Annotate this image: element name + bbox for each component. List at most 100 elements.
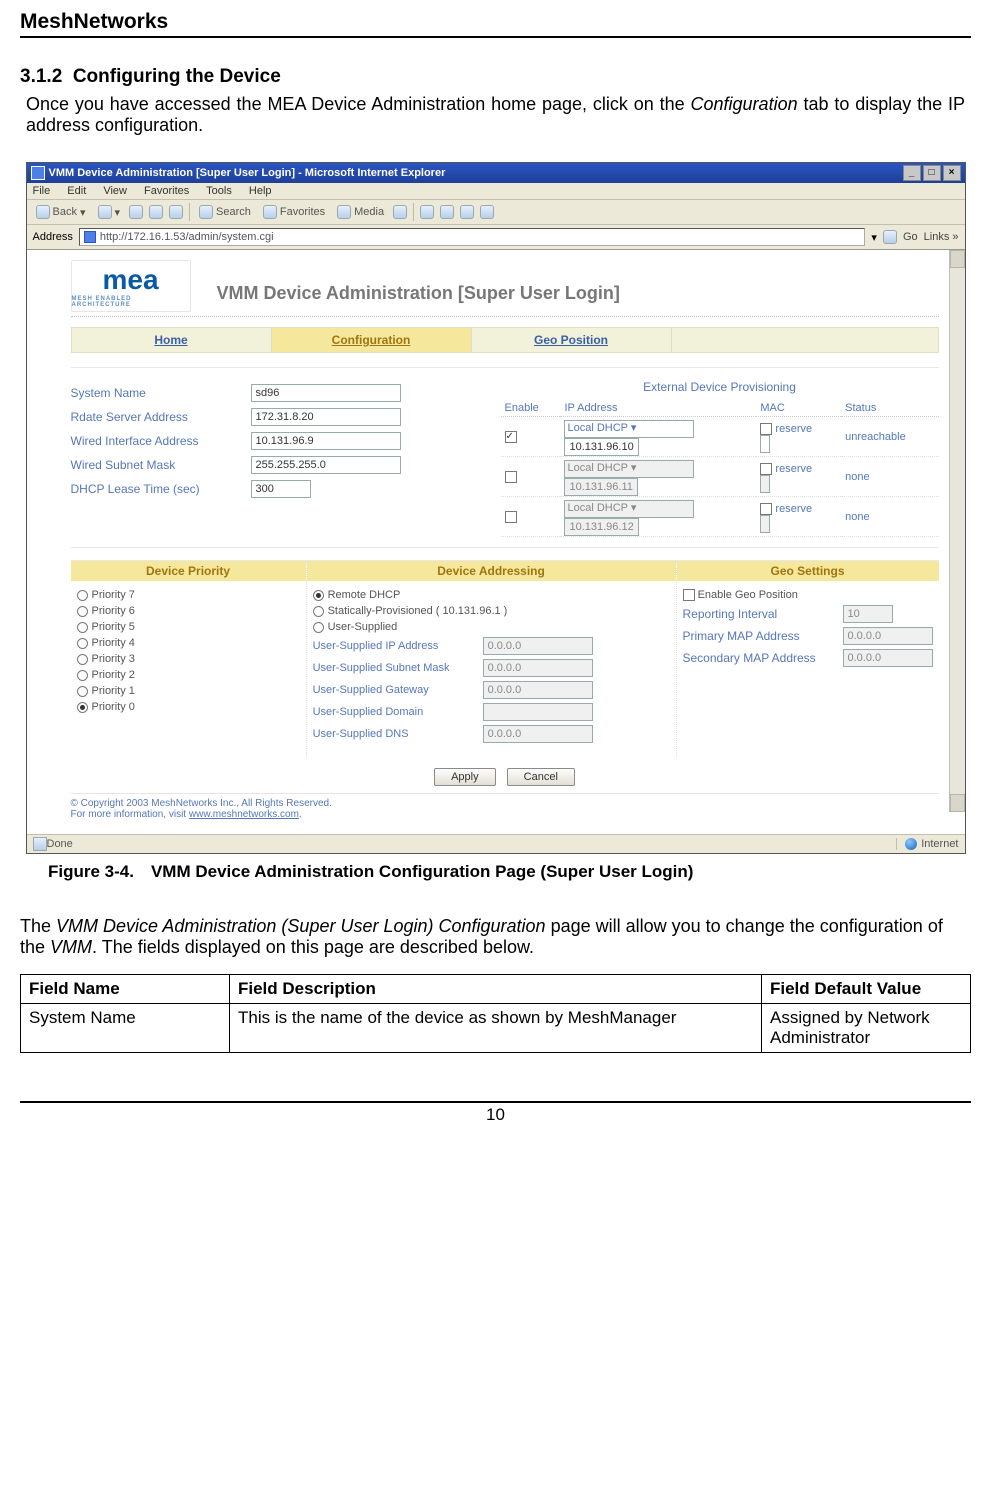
- us-ip-input[interactable]: 0.0.0.0: [483, 637, 593, 655]
- apply-button[interactable]: Apply: [434, 768, 496, 786]
- ext-mode-select[interactable]: Local DHCP ▾: [564, 500, 694, 518]
- priority-label: Priority 2: [92, 669, 135, 681]
- menu-favorites[interactable]: Favorites: [144, 185, 189, 197]
- ext-mac-input[interactable]: [760, 515, 770, 533]
- ext-mac-input[interactable]: [760, 435, 770, 453]
- priority-radio[interactable]: [77, 590, 88, 601]
- us-ip-label: User-Supplied IP Address: [313, 640, 483, 652]
- maximize-button[interactable]: □: [923, 165, 941, 181]
- priority-radio[interactable]: [77, 622, 88, 633]
- ext-ip-input[interactable]: 10.131.96.11: [564, 478, 637, 496]
- cancel-button[interactable]: Cancel: [507, 768, 575, 786]
- refresh-icon[interactable]: [149, 205, 163, 219]
- priority-radio[interactable]: [77, 654, 88, 665]
- media-button[interactable]: Media: [334, 204, 387, 220]
- address-bar: Address http://172.16.1.53/admin/system.…: [27, 225, 965, 250]
- ext-mode-select[interactable]: Local DHCP ▾: [564, 460, 694, 478]
- window-title: VMM Device Administration [Super User Lo…: [49, 167, 446, 179]
- forward-button[interactable]: ▾: [95, 204, 124, 220]
- menu-edit[interactable]: Edit: [67, 185, 86, 197]
- priority-title: Device Priority: [71, 561, 306, 581]
- dhcp-lease-input[interactable]: 300: [251, 480, 311, 498]
- intro-paragraph: Once you have accessed the MEA Device Ad…: [26, 94, 965, 136]
- priority-radio[interactable]: [77, 686, 88, 697]
- ext-col-status: Status: [841, 400, 938, 417]
- geo-secondary-input[interactable]: 0.0.0.0: [843, 649, 933, 667]
- ext-reserve-checkbox[interactable]: [760, 423, 772, 435]
- geo-enable-checkbox[interactable]: [683, 589, 695, 601]
- addr-mode-label: Statically-Provisioned ( 10.131.96.1 ): [328, 605, 508, 617]
- home-icon[interactable]: [169, 205, 183, 219]
- priority-radio[interactable]: [77, 606, 88, 617]
- go-label[interactable]: Go: [903, 231, 918, 243]
- links-label[interactable]: Links »: [924, 231, 959, 243]
- go-icon[interactable]: [883, 230, 897, 244]
- ext-col-mac: MAC: [756, 400, 841, 417]
- menu-tools[interactable]: Tools: [206, 185, 232, 197]
- priority-radio[interactable]: [77, 670, 88, 681]
- ext-mode-select[interactable]: Local DHCP ▾: [564, 420, 694, 438]
- system-name-input[interactable]: sd96: [251, 384, 401, 402]
- geo-primary-input[interactable]: 0.0.0.0: [843, 627, 933, 645]
- menu-file[interactable]: File: [33, 185, 51, 197]
- window-titlebar[interactable]: VMM Device Administration [Super User Lo…: [27, 163, 965, 183]
- ext-row: Local DHCP ▾ 10.131.96.10 reserve unreac…: [501, 417, 939, 457]
- vertical-scrollbar[interactable]: [949, 250, 965, 812]
- address-input[interactable]: http://172.16.1.53/admin/system.cgi: [79, 228, 866, 246]
- ft-desc: This is the name of the device as shown …: [230, 1004, 762, 1053]
- menu-help[interactable]: Help: [249, 185, 272, 197]
- history-icon[interactable]: [393, 205, 407, 219]
- us-dns-input[interactable]: 0.0.0.0: [483, 725, 593, 743]
- minimize-button[interactable]: _: [903, 165, 921, 181]
- discuss-icon[interactable]: [480, 205, 494, 219]
- priority-radio[interactable]: [77, 638, 88, 649]
- tab-home[interactable]: Home: [72, 328, 272, 352]
- geo-secondary-label: Secondary MAP Address: [683, 651, 843, 665]
- ext-status: none: [841, 457, 938, 497]
- search-icon: [199, 205, 213, 219]
- close-button[interactable]: ×: [943, 165, 961, 181]
- addr-mode-radio[interactable]: [313, 590, 324, 601]
- ext-mac-input[interactable]: [760, 475, 770, 493]
- rdate-input[interactable]: 172.31.8.20: [251, 408, 401, 426]
- geo-primary-label: Primary MAP Address: [683, 629, 843, 643]
- tab-geo-position[interactable]: Geo Position: [472, 328, 672, 352]
- p2-em: VMM Device Administration (Super User Lo…: [56, 916, 546, 936]
- ext-reserve-checkbox[interactable]: [760, 463, 772, 475]
- us-dom-input[interactable]: [483, 703, 593, 721]
- logo-text: mea: [102, 264, 158, 296]
- edit-icon[interactable]: [460, 205, 474, 219]
- us-mask-input[interactable]: 0.0.0.0: [483, 659, 593, 677]
- back-button[interactable]: Back ▾: [33, 204, 89, 220]
- back-icon: [36, 205, 50, 219]
- ext-enable-checkbox[interactable]: [505, 471, 517, 483]
- ext-ip-input[interactable]: 10.131.96.10: [564, 438, 638, 456]
- status-bar: Done Internet: [27, 834, 965, 853]
- stop-icon[interactable]: [129, 205, 143, 219]
- mail-icon[interactable]: [420, 205, 434, 219]
- tab-configuration[interactable]: Configuration: [272, 328, 472, 352]
- ext-ip-input[interactable]: 10.131.96.12: [564, 518, 638, 536]
- copyright-link[interactable]: www.meshnetworks.com: [189, 809, 299, 820]
- ext-enable-checkbox[interactable]: [505, 511, 517, 523]
- tab-bar: Home Configuration Geo Position: [71, 327, 939, 353]
- favorites-button[interactable]: Favorites: [260, 204, 328, 220]
- priority-label: Priority 5: [92, 621, 135, 633]
- geo-title: Geo Settings: [677, 561, 939, 581]
- us-gw-input[interactable]: 0.0.0.0: [483, 681, 593, 699]
- section-title: Configuring the Device: [73, 66, 281, 87]
- wired-if-input[interactable]: 10.131.96.9: [251, 432, 401, 450]
- addr-mode-radio[interactable]: [313, 606, 324, 617]
- menu-bar[interactable]: File Edit View Favorites Tools Help: [27, 183, 965, 200]
- search-button[interactable]: Search: [196, 204, 254, 220]
- forward-icon: [98, 205, 112, 219]
- priority-radio[interactable]: [77, 702, 88, 713]
- geo-report-input[interactable]: 10: [843, 605, 893, 623]
- wired-mask-input[interactable]: 255.255.255.0: [251, 456, 401, 474]
- menu-view[interactable]: View: [103, 185, 127, 197]
- ext-reserve-checkbox[interactable]: [760, 503, 772, 515]
- ext-enable-checkbox[interactable]: [505, 431, 517, 443]
- addr-mode-radio[interactable]: [313, 622, 324, 633]
- copyright-line2: For more information, visit: [71, 809, 189, 820]
- print-icon[interactable]: [440, 205, 454, 219]
